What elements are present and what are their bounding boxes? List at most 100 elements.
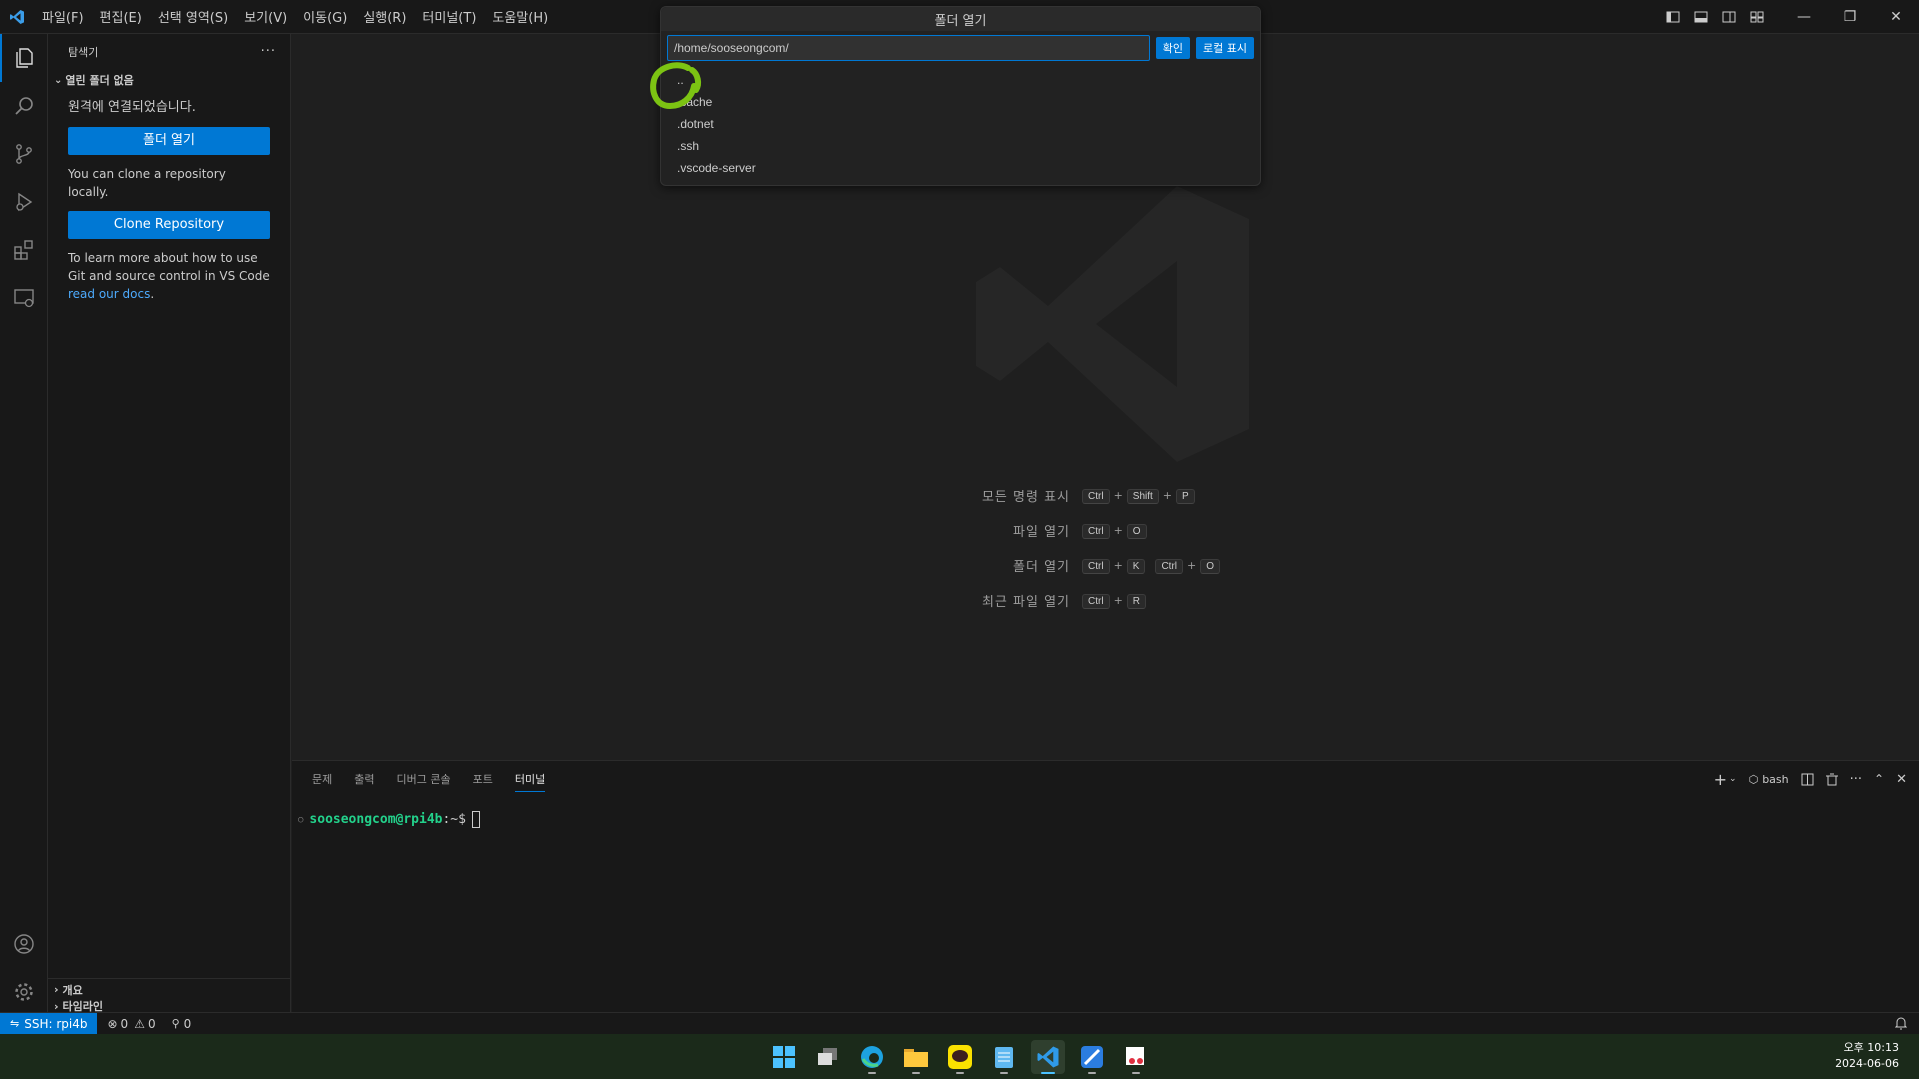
folder-item-cache[interactable]: .cache: [661, 91, 1260, 113]
error-count: 0: [120, 1016, 129, 1031]
dialog-title: 폴더 열기: [661, 7, 1260, 31]
folder-list: .. .cache .dotnet .ssh .vscode-server: [661, 65, 1260, 179]
tab-debug-console[interactable]: 디버그 콘솔: [397, 767, 451, 791]
close-window-button[interactable]: ✕: [1873, 0, 1919, 34]
close-panel-icon[interactable]: ✕: [1896, 772, 1907, 787]
key-cap: Ctrl: [1082, 593, 1110, 609]
shortcut-row: 폴더 열기 Ctrl + K Ctrl + O: [960, 548, 1228, 583]
folder-item-dotnet[interactable]: .dotnet: [661, 113, 1260, 135]
remote-indicator[interactable]: ⇋ SSH: rpi4b: [0, 1012, 98, 1035]
snipping-tool-icon[interactable]: [1119, 1040, 1153, 1074]
folder-item-vscode-server[interactable]: .vscode-server: [661, 157, 1260, 179]
split-terminal-icon[interactable]: [1801, 773, 1814, 786]
shortcut-row: 파일 열기 Ctrl + O: [960, 513, 1228, 548]
system-clock[interactable]: 오후 10:13 2024-06-06: [1835, 1040, 1899, 1072]
keybinding: Ctrl + O: [1080, 523, 1149, 539]
menu-go[interactable]: 이동(G): [295, 7, 355, 26]
title-controls: — ❐ ✕: [1659, 0, 1919, 34]
menu-view[interactable]: 보기(V): [236, 7, 295, 26]
menu-file[interactable]: 파일(F): [34, 7, 92, 26]
search-icon[interactable]: [0, 82, 48, 130]
vscode-taskbar-icon[interactable]: [1031, 1040, 1065, 1074]
key-cap: Ctrl: [1082, 488, 1110, 504]
remote-label: SSH: rpi4b: [24, 1016, 88, 1031]
terminal-prompt-line[interactable]: ○ sooseongcom@rpi4b:~$: [298, 811, 480, 828]
settings-gear-icon[interactable]: [0, 968, 48, 1016]
menu-bar: 파일(F) 편집(E) 선택 영역(S) 보기(V) 이동(G) 실행(R) 터…: [34, 0, 556, 34]
paint-app-icon[interactable]: [1075, 1040, 1109, 1074]
status-bar: ⇋ SSH: rpi4b ⊗ 0 ⚠ 0 ⚲ 0: [0, 1012, 1919, 1035]
menu-run[interactable]: 실행(R): [355, 7, 414, 26]
plus-separator: +: [1113, 593, 1123, 607]
maximize-panel-icon[interactable]: ⌃: [1874, 772, 1884, 786]
accounts-icon[interactable]: [0, 920, 48, 968]
open-folder-button[interactable]: 폴더 열기: [68, 127, 270, 155]
chevron-down-icon: ⌄: [54, 74, 63, 86]
warning-count: 0: [147, 1016, 156, 1031]
tab-output[interactable]: 출력: [354, 767, 374, 791]
ok-button[interactable]: 확인: [1155, 37, 1191, 59]
trash-icon[interactable]: [1825, 773, 1838, 786]
task-view-icon[interactable]: [811, 1040, 845, 1074]
terminal-instance[interactable]: ⬡ bash: [1749, 773, 1789, 786]
toggle-secondary-sidebar-icon[interactable]: [1716, 4, 1742, 30]
minimize-button[interactable]: —: [1781, 0, 1827, 34]
notepad-icon[interactable]: [987, 1040, 1021, 1074]
notifications-bell-icon[interactable]: [1894, 1016, 1908, 1033]
terminal-icon: ⬡: [1748, 772, 1759, 786]
shortcut-hints: 모든 명령 표시 Ctrl + Shift + P 파일 열기 Ctrl + O 폴더 열기 Ctrl…: [960, 478, 1228, 618]
kakaotalk-icon[interactable]: [943, 1040, 977, 1074]
file-explorer-icon[interactable]: [899, 1040, 933, 1074]
clock-date: 2024-06-06: [1835, 1057, 1899, 1070]
tab-problems[interactable]: 문제: [312, 767, 332, 791]
key-cap: Ctrl: [1082, 523, 1110, 539]
key-cap: R: [1126, 593, 1147, 609]
tab-terminal[interactable]: 터미널: [514, 767, 546, 792]
new-terminal-icon[interactable]: + ⌄: [1714, 770, 1737, 789]
folder-item-ssh[interactable]: .ssh: [661, 135, 1260, 157]
problems-indicator[interactable]: ⊗ 0 ⚠ 0: [107, 1017, 155, 1031]
customize-layout-icon[interactable]: [1744, 4, 1770, 30]
keybinding: Ctrl + R: [1080, 593, 1148, 609]
explorer-sidebar: 탐색기 ··· ⌄ 열린 폴더 없음 원격에 연결되었습니다. 폴더 열기 Yo…: [48, 34, 291, 1014]
shortcut-label: 모든 명령 표시: [981, 490, 1070, 505]
tab-ports[interactable]: 포트: [473, 767, 493, 791]
clone-repository-button[interactable]: Clone Repository: [68, 211, 270, 239]
source-control-icon[interactable]: [0, 130, 48, 178]
more-icon[interactable]: ···: [1850, 772, 1862, 787]
menu-terminal[interactable]: 터미널(T): [414, 7, 484, 26]
windows-start-icon[interactable]: [767, 1040, 801, 1074]
explorer-icon[interactable]: [0, 34, 48, 82]
folder-item-parent[interactable]: ..: [661, 69, 1260, 91]
timeline-section[interactable]: › 타임라인: [48, 1000, 291, 1014]
key-cap: Shift: [1126, 488, 1159, 504]
keybinding: Ctrl + O: [1153, 558, 1222, 574]
prompt-suffix: :~$: [442, 812, 466, 827]
edge-browser-icon[interactable]: [855, 1040, 889, 1074]
read-docs-link[interactable]: read our docs: [68, 287, 150, 301]
menu-selection[interactable]: 선택 영역(S): [150, 7, 236, 26]
no-folder-section[interactable]: ⌄ 열린 폴더 없음: [48, 69, 290, 91]
more-actions-icon[interactable]: ···: [261, 44, 276, 59]
run-debug-icon[interactable]: [0, 178, 48, 226]
learn-text-end: .: [150, 287, 155, 301]
menu-help[interactable]: 도움말(H): [484, 7, 556, 26]
remote-icon: ⇋: [10, 1017, 20, 1030]
show-local-button[interactable]: 로컬 표시: [1196, 37, 1254, 59]
ports-icon: ⚲: [171, 1017, 180, 1030]
plus-separator: +: [1162, 488, 1173, 502]
remote-explorer-icon[interactable]: [0, 274, 48, 322]
shortcut-label: 파일 열기: [1013, 525, 1070, 540]
toggle-primary-sidebar-icon[interactable]: [1660, 4, 1686, 30]
outline-section[interactable]: › 개요: [48, 978, 291, 1000]
folder-path-input[interactable]: [667, 35, 1150, 61]
restore-button[interactable]: ❐: [1827, 0, 1873, 34]
outline-label: 개요: [62, 983, 83, 997]
plus-separator: +: [1187, 558, 1197, 572]
extensions-icon[interactable]: [0, 226, 48, 274]
ports-indicator[interactable]: ⚲ 0: [172, 1017, 192, 1031]
toggle-panel-icon[interactable]: [1688, 4, 1714, 30]
connected-text: 원격에 연결되었습니다.: [68, 100, 196, 115]
key-cap: O: [1200, 558, 1221, 574]
menu-edit[interactable]: 편집(E): [92, 7, 150, 26]
